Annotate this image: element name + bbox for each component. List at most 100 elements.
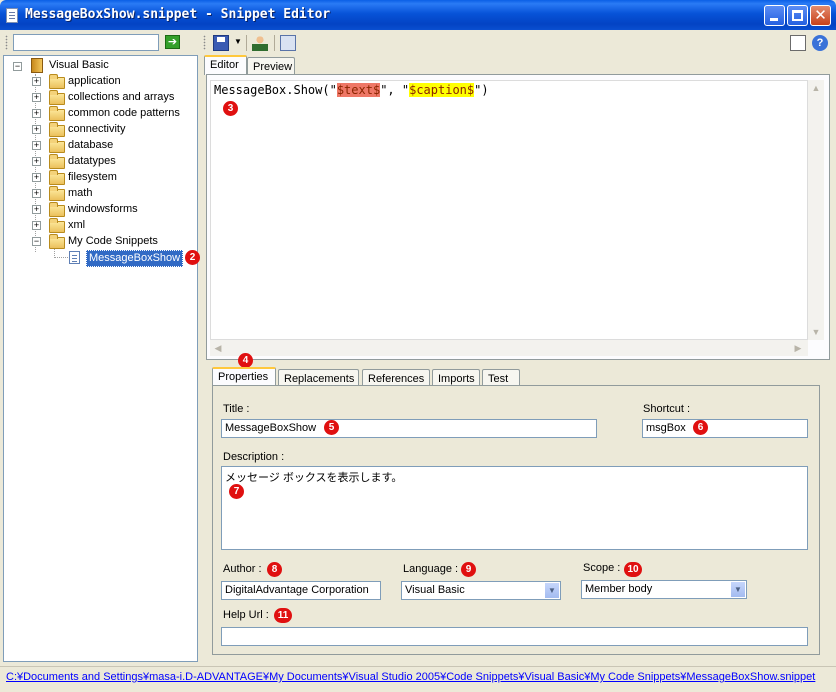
tab-editor[interactable]: Editor bbox=[204, 55, 247, 75]
scope-select[interactable]: Member body ▼ bbox=[581, 580, 747, 599]
language-value: Visual Basic bbox=[405, 584, 465, 596]
expand-icon[interactable]: + bbox=[32, 125, 41, 134]
tree-node-folder[interactable]: − My Code Snippets bbox=[10, 234, 196, 250]
folder-open-icon bbox=[49, 234, 65, 249]
expand-icon[interactable]: + bbox=[32, 205, 41, 214]
tree-node-label: windowsforms bbox=[68, 203, 138, 215]
scope-value: Member body bbox=[585, 583, 653, 595]
search-input[interactable] bbox=[13, 34, 159, 51]
snippet-tree[interactable]: − Visual Basic + application + collectio… bbox=[3, 55, 200, 662]
file-path-link[interactable]: C:¥Documents and Settings¥masa-i.D-ADVAN… bbox=[6, 671, 826, 683]
title-field[interactable]: MessageBoxShow bbox=[221, 419, 597, 438]
tree-node-label: Visual Basic bbox=[49, 59, 109, 71]
tree-node-folder[interactable]: + math bbox=[10, 186, 196, 202]
folder-icon bbox=[49, 90, 65, 105]
expand-icon[interactable]: + bbox=[32, 157, 41, 166]
tree-node-folder[interactable]: + datatypes bbox=[10, 154, 196, 170]
scroll-left-icon[interactable]: ◀ bbox=[210, 340, 226, 356]
folder-icon bbox=[49, 186, 65, 201]
tree-node-label: xml bbox=[68, 219, 86, 231]
help-url-field[interactable] bbox=[221, 627, 808, 646]
tree-node-label-selected: MessageBoxShow bbox=[86, 250, 184, 267]
folder-icon bbox=[49, 106, 65, 121]
tree-node-folder[interactable]: + common code patterns bbox=[10, 106, 196, 122]
collapse-icon[interactable]: − bbox=[32, 237, 41, 246]
toolbar-grip[interactable] bbox=[5, 35, 8, 50]
save-icon[interactable] bbox=[213, 35, 229, 51]
replacement-token-caption[interactable]: $caption$ bbox=[409, 83, 475, 97]
go-button[interactable]: ➔ bbox=[165, 35, 180, 49]
left-toolbar: ➔ bbox=[3, 31, 197, 54]
expand-icon[interactable]: + bbox=[32, 173, 41, 182]
expand-icon[interactable]: + bbox=[32, 93, 41, 102]
shortcut-field[interactable]: msgBox bbox=[642, 419, 808, 438]
expand-icon[interactable]: + bbox=[32, 77, 41, 86]
folder-icon bbox=[49, 74, 65, 89]
folder-icon bbox=[49, 170, 65, 185]
expand-icon[interactable]: + bbox=[32, 221, 41, 230]
add-person-icon[interactable] bbox=[252, 35, 268, 51]
tree-node-label: filesystem bbox=[68, 171, 117, 183]
tree-node-label: common code patterns bbox=[68, 107, 180, 119]
scroll-up-icon[interactable]: ▲ bbox=[808, 80, 824, 96]
tab-properties[interactable]: Properties bbox=[212, 367, 276, 387]
maximize-button[interactable] bbox=[787, 5, 808, 26]
chevron-down-icon[interactable]: ▼ bbox=[544, 582, 560, 599]
book-icon bbox=[31, 58, 43, 73]
language-select[interactable]: Visual Basic ▼ bbox=[401, 581, 561, 600]
scroll-right-icon[interactable]: ▶ bbox=[790, 340, 806, 356]
expand-icon[interactable]: + bbox=[32, 189, 41, 198]
tree-node-label: collections and arrays bbox=[68, 91, 175, 103]
description-field[interactable]: メッセージ ボックスを表示します。 bbox=[221, 466, 808, 550]
tree-node-label: connectivity bbox=[68, 123, 126, 135]
tree-node-folder[interactable]: + connectivity bbox=[10, 122, 196, 138]
tree-node-label: My Code Snippets bbox=[68, 235, 158, 247]
expand-icon[interactable]: + bbox=[32, 109, 41, 118]
close-icon: ✕ bbox=[814, 7, 827, 24]
close-button[interactable]: ✕ bbox=[810, 5, 831, 26]
tree-node-folder[interactable]: + collections and arrays bbox=[10, 90, 196, 106]
toolbar-grip[interactable] bbox=[203, 35, 206, 50]
replacement-token-text[interactable]: $text$ bbox=[336, 83, 381, 97]
dropdown-arrow-icon[interactable]: ▼ bbox=[234, 37, 242, 49]
expand-icon[interactable]: + bbox=[32, 141, 41, 150]
title-label: Title : bbox=[223, 403, 250, 415]
minimize-button[interactable] bbox=[764, 5, 785, 26]
tree-node-folder[interactable]: + application bbox=[10, 74, 196, 90]
tree-node-folder[interactable]: + xml bbox=[10, 218, 196, 234]
tree-node-folder[interactable]: + database bbox=[10, 138, 196, 154]
copy-snippet-icon[interactable] bbox=[280, 35, 296, 51]
toolbar-separator bbox=[246, 35, 247, 51]
help-icon[interactable]: ? bbox=[812, 35, 828, 51]
callout-badge: 5 bbox=[324, 420, 339, 435]
collapse-icon[interactable]: − bbox=[13, 62, 22, 71]
scroll-down-icon[interactable]: ▼ bbox=[808, 324, 824, 340]
tree-node-root[interactable]: − Visual Basic bbox=[10, 58, 196, 74]
editor-toolbar: ▼ ? bbox=[200, 31, 836, 54]
document-icon bbox=[6, 8, 18, 23]
vertical-scrollbar[interactable]: ▲ ▼ bbox=[808, 80, 824, 340]
code-text: ") bbox=[474, 83, 489, 97]
callout-badge: 6 bbox=[693, 420, 708, 435]
tree-node-folder[interactable]: + windowsforms bbox=[10, 202, 196, 218]
tree-node-label: database bbox=[68, 139, 114, 151]
shortcut-value: msgBox bbox=[646, 422, 686, 434]
shortcut-label: Shortcut : bbox=[643, 403, 691, 415]
chevron-down-icon[interactable]: ▼ bbox=[730, 581, 746, 598]
description-label: Description : bbox=[223, 451, 285, 463]
horizontal-scrollbar[interactable]: ◀ ▶ bbox=[210, 340, 808, 356]
folder-icon bbox=[49, 218, 65, 233]
description-value: メッセージ ボックスを表示します。 bbox=[225, 472, 403, 484]
tree-node-folder[interactable]: + filesystem bbox=[10, 170, 196, 186]
window-title: MessageBoxShow.snippet - Snippet Editor bbox=[25, 7, 331, 22]
snippet-file-icon bbox=[69, 251, 80, 264]
code-editor[interactable]: MessageBox.Show("$text$", "$caption$") 3 bbox=[210, 80, 808, 340]
title-bar[interactable]: MessageBoxShow.snippet - Snippet Editor … bbox=[0, 0, 836, 30]
author-field[interactable]: DigitalAdvantage Corporation bbox=[221, 581, 381, 600]
properties-icon[interactable] bbox=[790, 35, 806, 51]
maximize-icon bbox=[792, 10, 803, 21]
folder-icon bbox=[49, 138, 65, 153]
title-value: MessageBoxShow bbox=[225, 422, 317, 434]
tree-node-snippet[interactable]: MessageBoxShow 2 bbox=[10, 250, 200, 267]
callout-badge: 7 bbox=[229, 484, 244, 499]
